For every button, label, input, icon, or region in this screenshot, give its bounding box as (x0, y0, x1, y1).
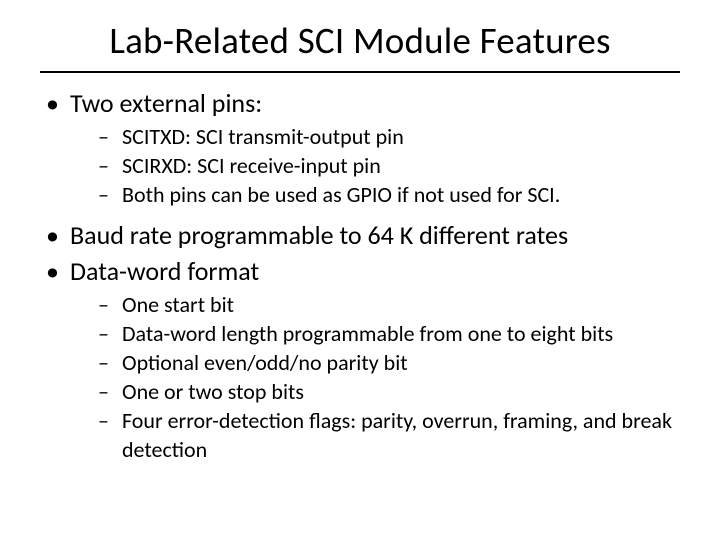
sub-text: One start bit (122, 291, 234, 318)
sub-item: SCIRXD: SCI receive-input pin (98, 152, 680, 180)
bullet-text: Baud rate programmable to 64 K different… (70, 219, 568, 251)
bullet-list: Two external pins: SCITXD: SCI transmit-… (40, 87, 680, 464)
sub-text: Both pins can be used as GPIO if not use… (122, 181, 560, 208)
slide-title: Lab-Related SCI Module Features (40, 18, 680, 71)
bullet-item: Data-word format One start bit Data-word… (44, 255, 680, 464)
sub-text: Optional even/odd/no parity bit (122, 349, 408, 376)
bullet-text: Two external pins: (70, 87, 262, 119)
sub-text: SCITXD: SCI transmit-output pin (122, 123, 404, 150)
sub-text: One or two stop bits (122, 378, 304, 405)
sub-item: One or two stop bits (98, 378, 680, 406)
sub-item: Optional even/odd/no parity bit (98, 349, 680, 377)
sub-item: SCITXD: SCI transmit-output pin (98, 123, 680, 151)
bullet-item: Two external pins: SCITXD: SCI transmit-… (44, 87, 680, 209)
sub-item: One start bit (98, 291, 680, 319)
bullet-item: Baud rate programmable to 64 K different… (44, 219, 680, 253)
sub-item: Four error-detection flags: parity, over… (98, 407, 680, 463)
sub-list: One start bit Data-word length programma… (70, 291, 680, 464)
bullet-text: Data-word format (70, 255, 259, 287)
sub-text: SCIRXD: SCI receive-input pin (122, 152, 381, 179)
title-underline (40, 71, 680, 73)
sub-list: SCITXD: SCI transmit-output pin SCIRXD: … (70, 123, 680, 209)
sub-text: Data-word length programmable from one t… (122, 320, 613, 347)
sub-text: Four error-detection flags: parity, over… (122, 407, 672, 462)
slide: Lab-Related SCI Module Features Two exte… (0, 0, 720, 540)
sub-item: Data-word length programmable from one t… (98, 320, 680, 348)
sub-item: Both pins can be used as GPIO if not use… (98, 181, 680, 209)
